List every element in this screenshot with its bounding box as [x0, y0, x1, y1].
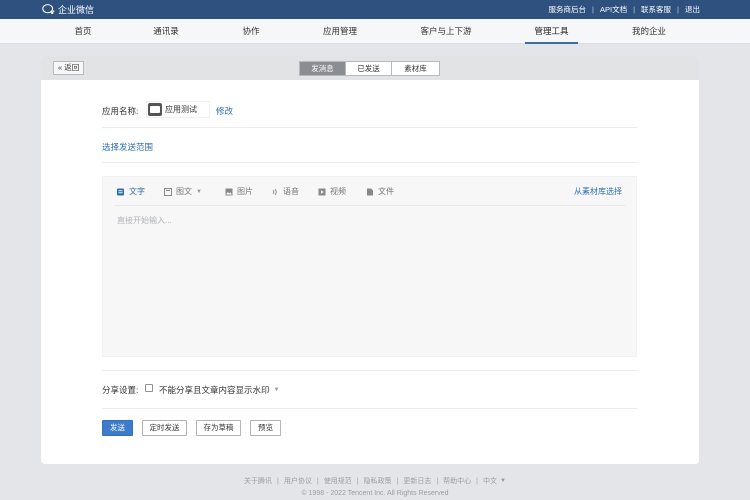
divider: |: [633, 5, 636, 14]
tool-image[interactable]: 图片: [225, 186, 253, 197]
message-tabs: 发消息 已发送 素材库: [299, 61, 440, 76]
footer-link-changelog[interactable]: 更新日志: [403, 476, 431, 486]
footer-link-about[interactable]: 关于腾讯: [244, 476, 272, 486]
nav-contacts[interactable]: 通讯录: [152, 19, 180, 44]
divider: |: [436, 477, 439, 485]
top-bar: 企业微信 服务商后台 | API文档 | 联系客服 | 退出: [0, 0, 750, 19]
footer-link-help[interactable]: 帮助中心: [443, 476, 471, 486]
schedule-send-button[interactable]: 定时发送: [142, 420, 187, 436]
divider: |: [277, 477, 279, 485]
app-name-label: 应用名称:: [102, 106, 139, 116]
nav-app-management[interactable]: 应用管理: [321, 19, 359, 44]
chevron-down-icon: ▼: [500, 478, 506, 484]
tool-file[interactable]: 文件: [366, 186, 394, 197]
back-button[interactable]: « 返回: [53, 61, 85, 75]
modify-app-link[interactable]: 修改: [216, 105, 233, 117]
tool-file-label: 文件: [378, 187, 394, 196]
share-settings-label: 分享设置:: [102, 385, 139, 395]
divider: [102, 370, 637, 371]
tool-voice-label: 语音: [283, 187, 299, 196]
save-draft-button[interactable]: 存为草稿: [196, 420, 241, 436]
voice-icon: [272, 188, 277, 195]
tab-material-library[interactable]: 素材库: [392, 62, 439, 75]
divider: |: [592, 5, 594, 14]
sub-toolbar: « 返回 发消息 已发送 素材库: [41, 56, 699, 80]
message-editor: 文字 图文 ▼ 图片 语音 视频 文件 从素材库选择 直接开始输入...: [102, 176, 637, 357]
tab-send-message[interactable]: 发消息: [300, 62, 346, 75]
footer-link-user-agreement[interactable]: 用户协议: [284, 476, 312, 486]
footer-links: 关于腾讯 | 用户协议 | 使用规范 | 隐私政策 | 更新日志 | 帮助中心 …: [0, 476, 750, 486]
tool-video-label: 视频: [330, 187, 346, 196]
top-links: 服务商后台 | API文档 | 联系客服 | 退出: [549, 4, 700, 15]
video-icon: [318, 188, 326, 195]
divider: |: [316, 477, 319, 485]
tool-text-label: 文字: [129, 187, 145, 196]
copyright: © 1998 - 2022 Tencent Inc. All Rights Re…: [301, 490, 449, 497]
editor-input[interactable]: 直接开始输入...: [117, 215, 172, 226]
article-icon: [164, 187, 172, 196]
divider: [102, 162, 637, 163]
tool-voice[interactable]: 语音: [271, 186, 299, 197]
tool-article-label: 图文: [176, 187, 192, 196]
file-icon: [367, 188, 373, 195]
main-nav: 首页 通讯录 协作 应用管理 客户与上下游 管理工具 我的企业: [0, 19, 750, 44]
link-partner-console[interactable]: 服务商后台: [549, 4, 587, 15]
chevron-down-icon: ▼: [273, 387, 280, 393]
app-chip: 应用测试: [146, 101, 210, 118]
send-button[interactable]: 发送: [102, 420, 133, 436]
tool-text[interactable]: 文字: [117, 186, 145, 197]
footer-link-usage-rules[interactable]: 使用规范: [324, 476, 352, 486]
app-thumbnail-icon: [148, 103, 162, 116]
nav-management-tools[interactable]: 管理工具: [525, 19, 578, 44]
select-from-material-link[interactable]: 从素材库选择: [574, 186, 622, 197]
nav-collaboration[interactable]: 协作: [240, 19, 262, 44]
share-option-label: 不能分享且文章内容显示水印: [159, 385, 270, 395]
footer: 关于腾讯 | 用户协议 | 使用规范 | 隐私政策 | 更新日志 | 帮助中心 …: [0, 476, 750, 498]
select-scope-link[interactable]: 选择发送范围: [102, 141, 153, 153]
divider: |: [677, 5, 679, 14]
tool-article[interactable]: 图文 ▼: [164, 186, 202, 197]
chevron-down-icon: ▼: [196, 188, 202, 195]
nav-customers[interactable]: 客户与上下游: [418, 19, 474, 44]
divider: [102, 408, 637, 409]
footer-link-privacy[interactable]: 隐私政策: [364, 476, 392, 486]
text-icon: [117, 188, 124, 195]
nav-my-enterprise[interactable]: 我的企业: [630, 19, 668, 44]
divider: |: [396, 477, 399, 485]
divider: |: [356, 477, 359, 485]
share-checkbox[interactable]: [145, 384, 153, 392]
tab-sent[interactable]: 已发送: [346, 62, 392, 75]
tool-video[interactable]: 视频: [318, 186, 346, 197]
logo-text: 企业微信: [58, 5, 95, 15]
divider: [115, 205, 625, 206]
footer-language-select[interactable]: 中文: [483, 476, 497, 486]
divider: [102, 127, 637, 128]
share-option[interactable]: 不能分享且文章内容显示水印 ▼: [159, 384, 279, 396]
nav-home[interactable]: 首页: [71, 19, 95, 44]
link-contact-support[interactable]: 联系客服: [641, 4, 671, 15]
logo[interactable]: 企业微信: [42, 3, 94, 16]
tool-image-label: 图片: [237, 187, 253, 196]
image-icon: [225, 188, 233, 195]
link-logout[interactable]: 退出: [685, 4, 700, 15]
link-api-docs[interactable]: API文档: [600, 4, 627, 15]
wecom-logo-icon: [42, 4, 55, 15]
divider: |: [476, 477, 478, 485]
app-name-value: 应用测试: [165, 105, 197, 114]
content-panel: « 返回 发消息 已发送 素材库 应用名称: 应用测试 修改 选择发送范围 文字…: [41, 56, 699, 464]
preview-button[interactable]: 预览: [250, 420, 281, 436]
